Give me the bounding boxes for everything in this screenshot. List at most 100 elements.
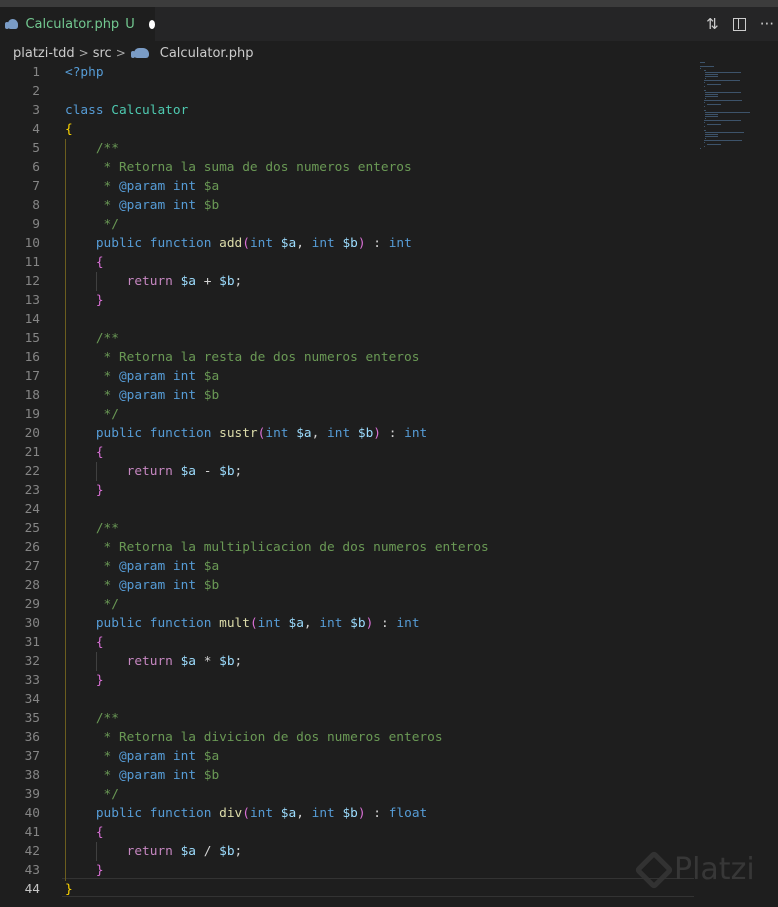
line-number: 7 (32, 179, 40, 194)
code-editor[interactable]: 1 <?php 2 3 class Calculator 4{5 /** 6 * Retor… (0, 63, 700, 899)
code-line[interactable]: 29 */ (0, 595, 700, 614)
code-line[interactable]: 30 public function mult(int $a, int $b) … (0, 614, 700, 633)
code-line[interactable]: 40 public function div(int $a, int $b) :… (0, 804, 700, 823)
code-token: return (126, 274, 181, 289)
code-line[interactable]: 32 return $a * $b; (0, 652, 700, 671)
code-token: div (219, 806, 243, 821)
code-line[interactable]: 4{ (0, 120, 700, 139)
code-token: @param (118, 559, 166, 574)
code-token: } (95, 673, 104, 688)
code-line[interactable]: 12 return $a + $b; (0, 272, 700, 291)
code-token: $a (280, 806, 297, 821)
code-line[interactable]: 38 * @param int $b (0, 766, 700, 785)
code-line[interactable]: 39 */ (0, 785, 700, 804)
breadcrumb-src[interactable]: src (93, 46, 112, 61)
code-text: * @param int $b (65, 576, 220, 595)
breadcrumb-platzi-tdd[interactable]: platzi-tdd (13, 46, 75, 61)
code-line[interactable]: 41 { (0, 823, 700, 842)
code-line[interactable]: 35 /** (0, 709, 700, 728)
minimap-line (704, 94, 718, 95)
code-text: * @param int $a (65, 177, 220, 196)
code-line[interactable]: 43 } (0, 861, 700, 880)
code-line[interactable]: 33 } (0, 671, 700, 690)
line-number: 22 (24, 464, 40, 479)
code-line[interactable]: 19 */ (0, 405, 700, 424)
minimap-line (704, 98, 707, 99)
code-line[interactable]: 28 * @param int $b (0, 576, 700, 595)
code-text: } (65, 291, 104, 310)
code-token: /** (95, 331, 119, 346)
code-line[interactable]: 7 * @param int $a (0, 177, 700, 196)
minimap-line (703, 130, 707, 131)
code-line[interactable]: 1 <?php (0, 63, 700, 82)
code-line[interactable]: 18 * @param int $b (0, 386, 700, 405)
code-line[interactable]: 6 * Retorna la suma de dos numeros enter… (0, 158, 700, 177)
code-line[interactable]: 21 { (0, 443, 700, 462)
unsaved-dot-icon[interactable] (148, 19, 155, 29)
code-line[interactable]: 26 * Retorna la multiplicacion de dos nu… (0, 538, 700, 557)
code-token: $a (203, 559, 220, 574)
code-line[interactable]: 25 /** (0, 519, 700, 538)
code-token: class (65, 103, 112, 118)
code-line[interactable]: 5 /** (0, 139, 700, 158)
code-line[interactable]: 44} (0, 880, 700, 899)
code-line[interactable]: 31 { (0, 633, 700, 652)
code-line[interactable]: 2 (0, 82, 700, 101)
git-compare-icon[interactable]: ⇅ (706, 15, 719, 33)
line-number: 20 (24, 426, 40, 441)
code-line[interactable]: 42 return $a / $b; (0, 842, 700, 861)
code-text: } (65, 481, 104, 500)
code-line[interactable]: 11 { (0, 253, 700, 272)
code-line[interactable]: 8 * @param int $b (0, 196, 700, 215)
code-token: @param (118, 578, 166, 593)
split-editor-icon[interactable] (732, 17, 746, 31)
code-token: return (126, 844, 181, 859)
code-line[interactable]: 16 * Retorna la resta de dos numeros ent… (0, 348, 700, 367)
code-token: $b (342, 806, 358, 821)
code-text: /** (65, 709, 119, 728)
code-text: * @param int $a (65, 747, 220, 766)
minimap-line (700, 66, 715, 67)
code-line[interactable]: 3 class Calculator (0, 101, 700, 120)
code-token: $a (203, 749, 220, 764)
code-token: Calculator (111, 103, 189, 118)
code-line[interactable]: 15 /** (0, 329, 700, 348)
code-token: */ (103, 407, 119, 422)
code-line[interactable]: 37 * @param int $a (0, 747, 700, 766)
watermark-text: Platzi (674, 852, 755, 887)
code-line[interactable]: 36 * Retorna la divicion de dos numeros … (0, 728, 700, 747)
code-line[interactable]: 27 * @param int $a (0, 557, 700, 576)
line-number: 28 (24, 578, 40, 593)
code-token: * Retorna la divicion de dos numeros ent… (103, 730, 443, 745)
code-token: add (219, 236, 243, 251)
minimap-line (704, 78, 707, 79)
more-actions-button[interactable]: ··· (760, 15, 774, 33)
code-token: @param (118, 179, 166, 194)
code-line[interactable]: 34 (0, 690, 700, 709)
chevron-right-icon: > (78, 46, 89, 60)
code-token: : (365, 806, 389, 821)
breadcrumb-file[interactable]: Calculator.php (160, 46, 254, 61)
code-line[interactable]: 17 * @param int $a (0, 367, 700, 386)
tab-calculator-php[interactable]: Calculator.php U (0, 7, 155, 41)
code-line[interactable]: 9 */ (0, 215, 700, 234)
code-line[interactable]: 14 (0, 310, 700, 329)
code-line[interactable]: 13 } (0, 291, 700, 310)
code-token: $b (203, 388, 220, 403)
code-token: public function (95, 806, 220, 821)
code-token: : (381, 426, 405, 441)
code-line[interactable]: 23 } (0, 481, 700, 500)
code-line[interactable]: 22 return $a - $b; (0, 462, 700, 481)
code-line[interactable]: 10 public function add(int $a, int $b) :… (0, 234, 700, 253)
line-number: 34 (24, 692, 40, 707)
code-line[interactable]: 20 public function sustr(int $a, int $b)… (0, 424, 700, 443)
code-line[interactable]: 24 (0, 500, 700, 519)
minimap[interactable] (700, 62, 760, 152)
